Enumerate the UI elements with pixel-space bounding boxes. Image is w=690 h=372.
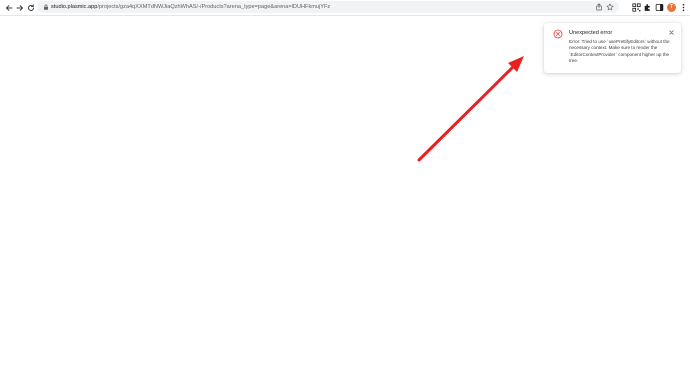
more-vert-icon[interactable]: [679, 3, 688, 12]
lock-icon[interactable]: [43, 4, 49, 10]
browser-window: studio.plasmic.app/projects/gza4qXXMTdNW…: [0, 0, 690, 372]
toast-message: Error: Tried to use `usePrettifyEditors`…: [569, 39, 670, 64]
url-host: studio.plasmic.app: [51, 4, 98, 10]
toast-title: Unexpected error: [569, 30, 613, 36]
side-panel-icon[interactable]: [655, 3, 664, 12]
forward-arrow-icon[interactable]: [14, 2, 25, 13]
reload-icon[interactable]: [25, 2, 36, 13]
profile-avatar[interactable]: T: [667, 3, 676, 12]
url-text: studio.plasmic.app/projects/gza4qXXMTdNW…: [51, 2, 330, 12]
puzzle-extension-icon[interactable]: [643, 3, 652, 12]
share-icon[interactable]: [595, 3, 603, 11]
browser-toolbar: studio.plasmic.app/projects/gza4qXXMTdNW…: [0, 0, 690, 16]
back-arrow-icon[interactable]: [3, 2, 14, 13]
error-toast: Unexpected error Error: Tried to use `us…: [544, 23, 681, 73]
error-circle-icon: [553, 29, 563, 39]
address-bar[interactable]: studio.plasmic.app/projects/gza4qXXMTdNW…: [37, 1, 619, 13]
url-path: /projects/gza4qXXMTdNWJiaQzhWhAS/-/Produ…: [97, 4, 331, 10]
qr-extension-icon[interactable]: [632, 3, 641, 12]
close-icon[interactable]: [667, 28, 675, 36]
star-icon[interactable]: [606, 3, 614, 11]
